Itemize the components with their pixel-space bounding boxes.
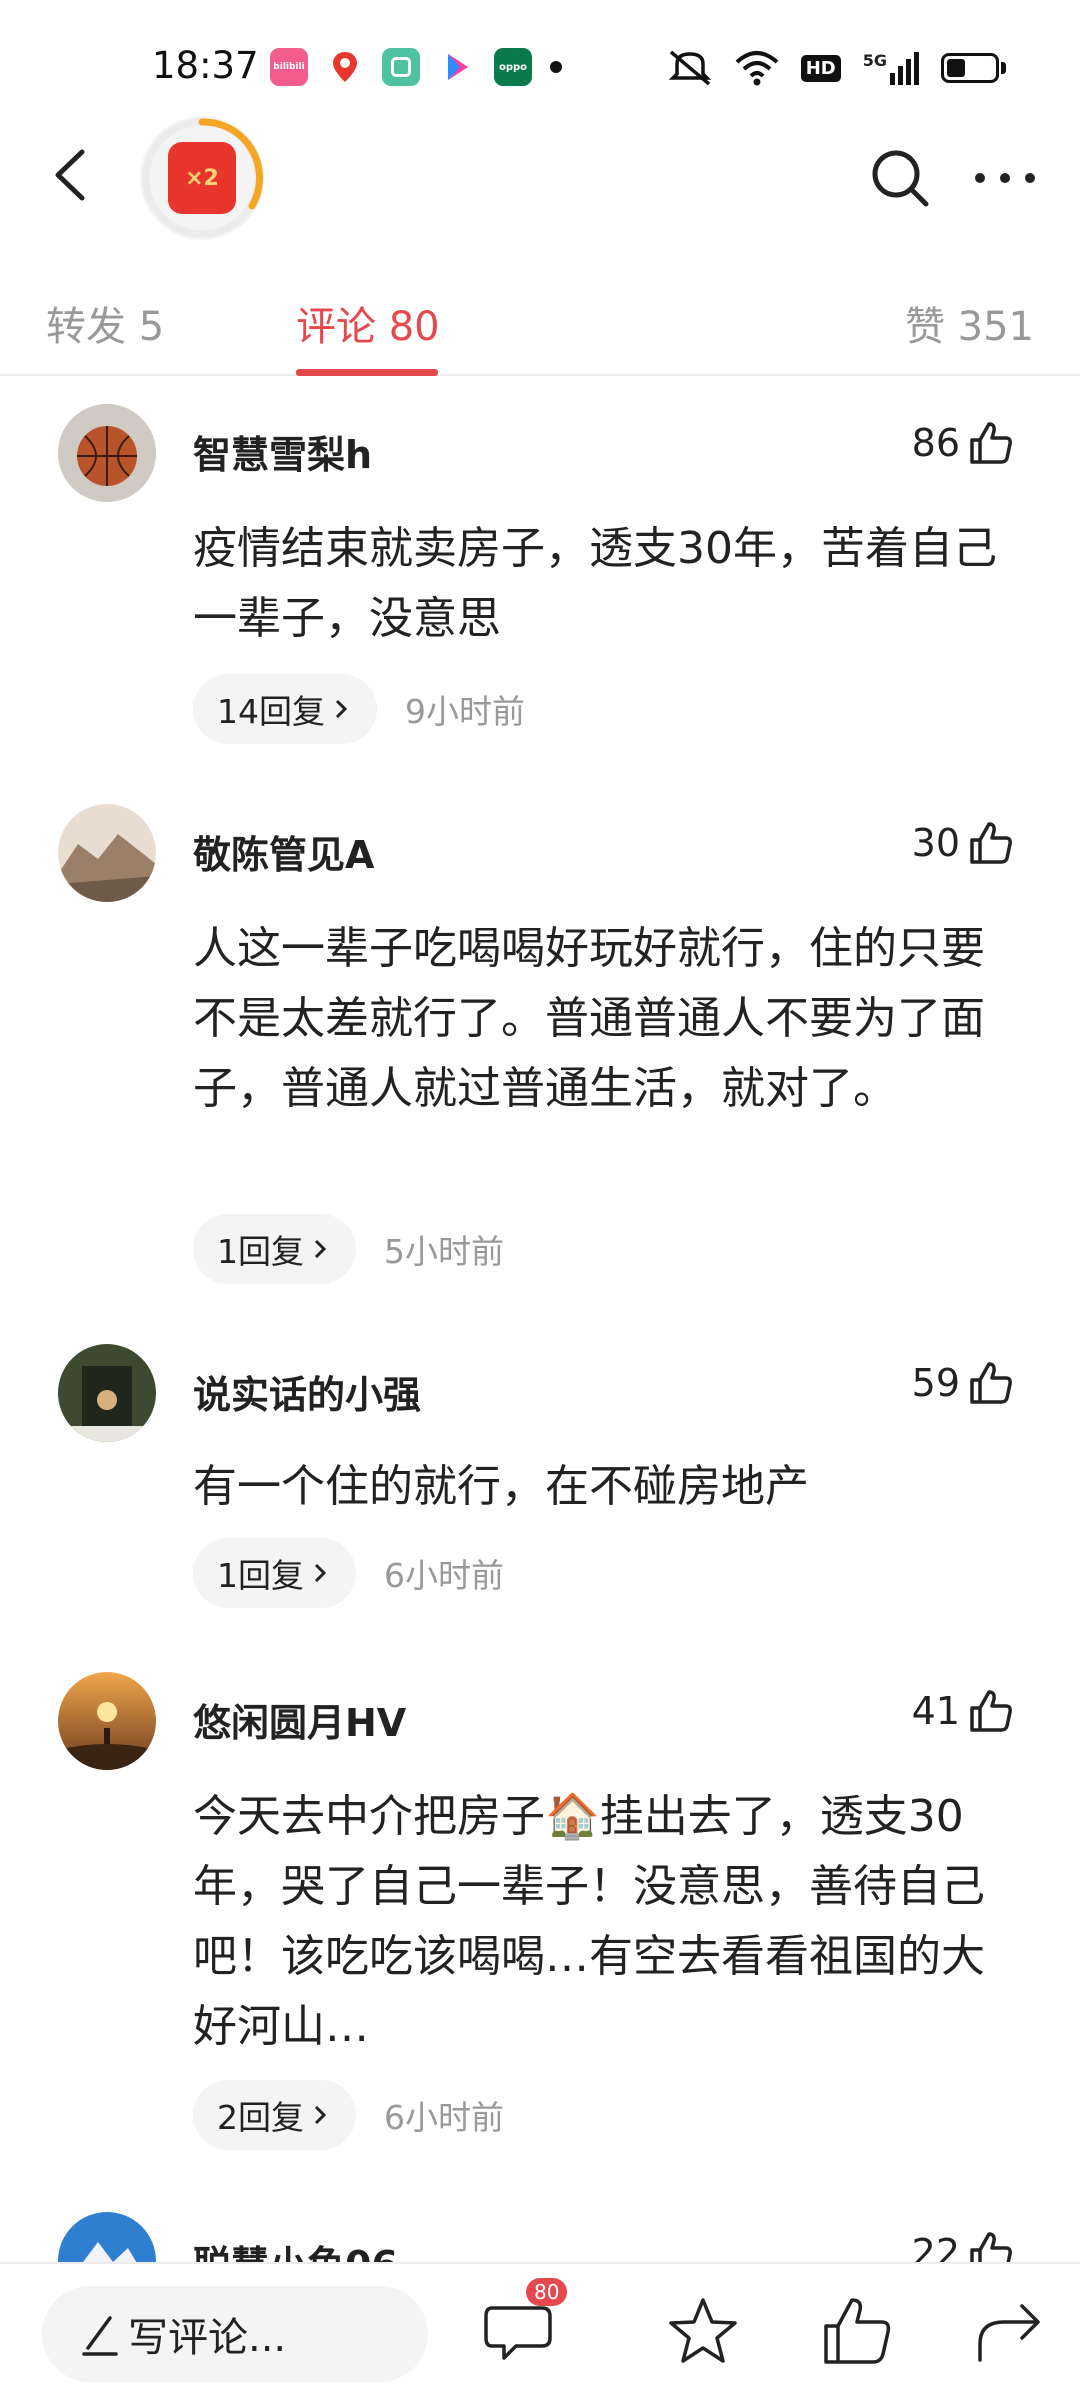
avatar[interactable] (58, 1672, 156, 1770)
battery-icon (941, 53, 999, 83)
bottom-action-bar: 写评论... 80 (0, 2262, 1080, 2400)
reply-row: 14回复 9小时前 (193, 674, 525, 744)
chevron-right-icon (314, 1563, 327, 1583)
hd-badge: HD (800, 54, 841, 82)
reply-count: 2回复 (217, 2098, 304, 2137)
comment-text: 有一个住的就行，在不碰房地产 (193, 1461, 809, 1512)
view-replies-button[interactable]: 1回复 (193, 1538, 356, 1608)
like-button[interactable]: 30 (912, 820, 1014, 866)
tab-comments[interactable]: 评论 80 (296, 294, 440, 352)
view-replies-button[interactable]: 14回复 (193, 674, 377, 744)
comment-text: 今天去中介把房子🏠挂出去了，透支30年，哭了自己一辈子！没意思，善待自己吧！该吃… (193, 1791, 985, 2052)
chevron-right-icon (335, 699, 348, 719)
search-button[interactable] (866, 144, 934, 212)
thumbs-up-icon (970, 2232, 1012, 2262)
share-button[interactable] (970, 2292, 1050, 2372)
comment-time: 5小时前 (384, 1232, 504, 1271)
tab-likes[interactable]: 赞 351 (905, 294, 1034, 352)
comment-username[interactable]: 敬陈管见A (193, 824, 374, 879)
more-dots-icon (975, 173, 1035, 183)
signal-icon: 5G (863, 51, 919, 85)
green-square-app-icon (382, 48, 420, 86)
comment-time: 9小时前 (405, 692, 525, 731)
like-count: 22 (911, 2231, 960, 2262)
status-time: 18:37 (152, 44, 259, 87)
share-arrow-icon (978, 2304, 1040, 2362)
avatar[interactable] (58, 2212, 156, 2262)
like-count: 86 (911, 421, 960, 465)
like-button[interactable]: 22 (912, 2230, 1014, 2262)
back-arrow-icon (55, 149, 85, 201)
favorite-button[interactable] (663, 2292, 743, 2372)
red-envelope-button[interactable]: ×2 (140, 116, 264, 240)
thumbs-up-icon (970, 1362, 1012, 1404)
comment-username[interactable]: 悠闲圆月HV (193, 1692, 406, 1747)
more-notifications-dot (550, 61, 562, 73)
system-icons: HD 5G (667, 48, 1006, 88)
comment-item: 聪慧小鱼06 22 (0, 2212, 1080, 2262)
write-comment-input[interactable]: 写评论... (42, 2286, 428, 2382)
view-replies-button[interactable]: 1回复 (193, 1214, 356, 1284)
like-count: 30 (911, 821, 960, 865)
chevron-right-icon (314, 2105, 327, 2125)
comment-time: 6小时前 (384, 2098, 504, 2137)
pen-icon (82, 2316, 118, 2356)
reply-row: 1回复 5小时前 (193, 1214, 504, 1284)
comment-count-badge: 80 (526, 2278, 568, 2306)
mute-icon (668, 50, 711, 86)
comment-username[interactable]: 说实话的小强 (193, 1364, 421, 1419)
comment-text: 疫情结束就卖房子，透支30年，苦着自己一辈子，没意思 (193, 523, 997, 644)
thumbs-up-icon (970, 822, 1012, 864)
oppo-app-icon: oppo (494, 48, 532, 86)
comment-text: 人这一辈子吃喝喝好玩好就行，住的只要不是太差就行了。普通普通人不要为了面子，普通… (193, 923, 985, 1114)
avatar[interactable] (58, 1344, 156, 1442)
notification-icons: bilibili oppo (270, 48, 562, 86)
thumbs-up-icon (824, 2298, 891, 2364)
comment-time: 6小时前 (384, 1556, 504, 1595)
avatar[interactable] (58, 804, 156, 902)
thumbs-up-icon (970, 1690, 1012, 1732)
map-pin-app-icon (326, 48, 364, 86)
multiplier-label: ×2 (185, 165, 219, 191)
red-envelope-icon: ×2 (168, 142, 236, 214)
reply-row: 1回复 6小时前 (193, 1538, 504, 1608)
thumbs-up-icon (970, 422, 1012, 464)
chevron-right-icon (314, 1239, 327, 1259)
reply-count: 1回复 (217, 1232, 304, 1271)
star-icon (669, 2298, 737, 2363)
like-post-button[interactable] (818, 2292, 898, 2372)
battery-tip (1001, 62, 1006, 74)
reply-count: 1回复 (217, 1556, 304, 1595)
tab-bar: 转发 5 评论 80 赞 351 (0, 270, 1080, 376)
wifi-icon (735, 51, 779, 86)
active-tab-indicator (296, 369, 438, 376)
comment-username[interactable]: 聪慧小鱼06 (193, 2234, 398, 2262)
header: ×2 (0, 110, 1080, 240)
like-button[interactable]: 41 (912, 1688, 1014, 1734)
reply-row: 2回复 6小时前 (193, 2080, 504, 2150)
like-count: 59 (911, 1361, 960, 1405)
tab-reposts[interactable]: 转发 5 (46, 294, 164, 352)
search-icon (872, 150, 929, 207)
like-button[interactable]: 59 (912, 1360, 1014, 1406)
like-button[interactable]: 86 (912, 420, 1014, 466)
write-comment-placeholder: 写评论... (128, 2315, 287, 2361)
bilibili-icon: bilibili (270, 48, 308, 86)
media-app-icon (438, 48, 476, 86)
reply-count: 14回复 (217, 692, 325, 731)
back-button[interactable] (38, 140, 108, 210)
more-button[interactable] (970, 144, 1040, 212)
avatar[interactable] (58, 404, 156, 502)
comment-username[interactable]: 智慧雪梨h (193, 424, 372, 479)
view-replies-button[interactable]: 2回复 (193, 2080, 356, 2150)
like-count: 41 (911, 1689, 960, 1733)
